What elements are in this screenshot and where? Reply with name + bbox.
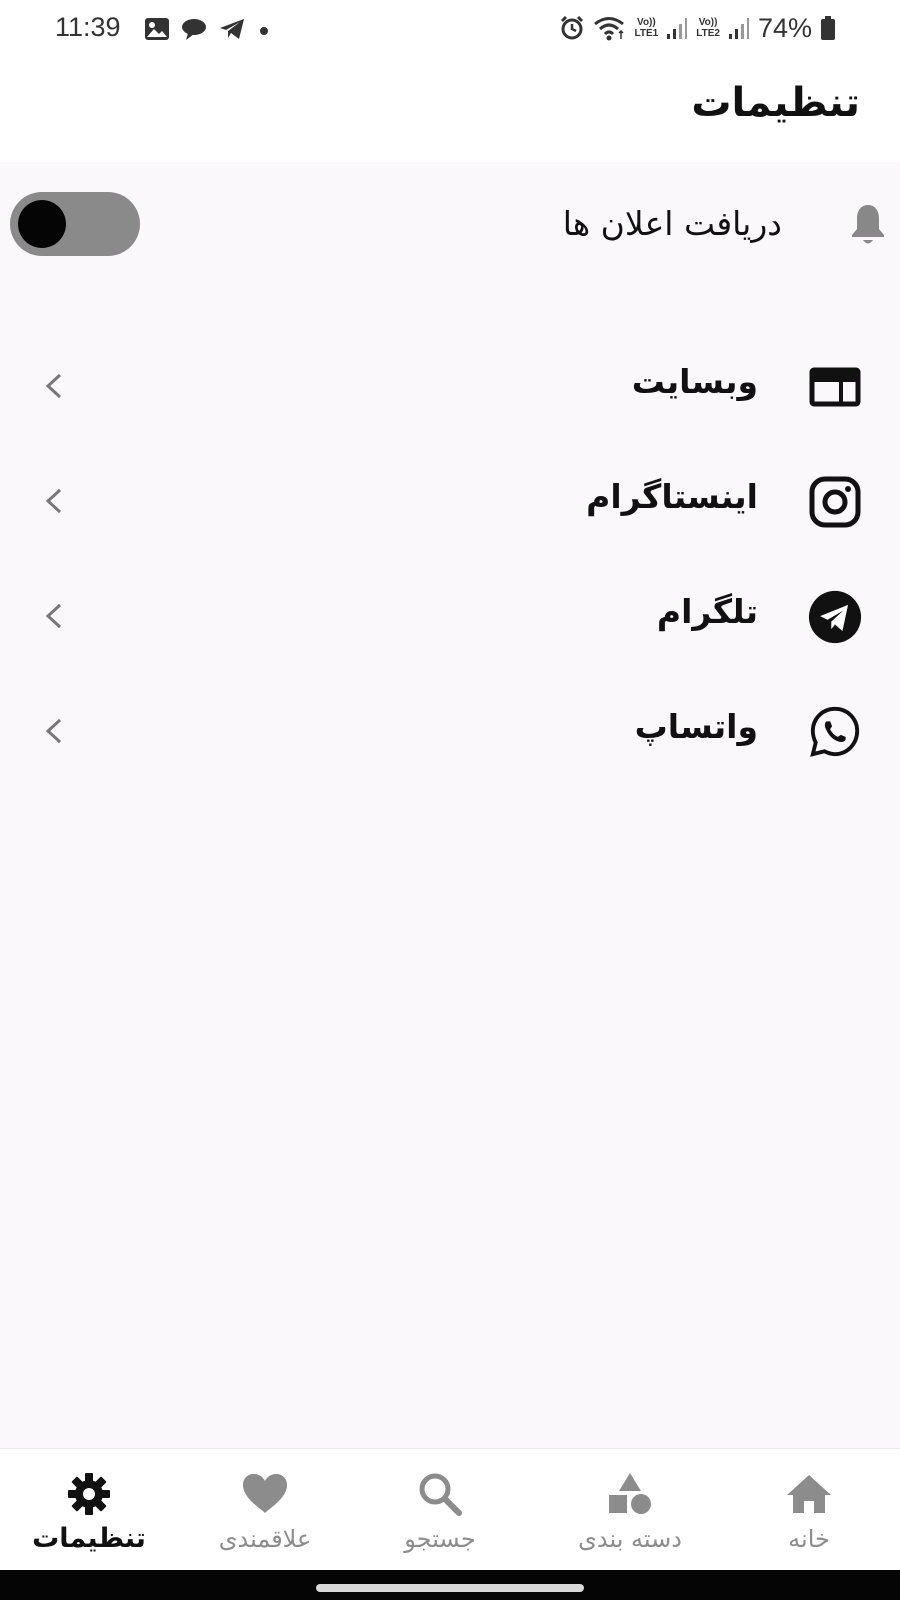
link-row-telegram[interactable]: تلگرام <box>0 562 900 672</box>
status-time: 11:39 <box>55 12 121 42</box>
nav-item-favorites[interactable]: علاقمندی <box>180 1449 350 1571</box>
link-label-website: وبسایت <box>631 362 758 401</box>
sim1-tag: Vo)) LTE1 <box>635 17 659 39</box>
nav-item-search[interactable]: جستجو <box>355 1449 525 1571</box>
category-icon <box>609 1473 651 1514</box>
notifications-toggle[interactable] <box>10 192 140 256</box>
bell-icon <box>852 205 884 244</box>
page-title: تنظیمات <box>691 80 860 126</box>
bottom-navigation: خانه دسته بندی جستجو علاقمندی تنظیمات <box>0 1448 900 1571</box>
instagram-icon <box>808 475 862 529</box>
system-gesture-bar <box>0 1570 900 1600</box>
notifications-label: دریافت اعلان ها <box>562 204 782 243</box>
sim2-tag: Vo)) LTE2 <box>696 17 720 39</box>
website-icon <box>808 360 862 414</box>
telegram-icon <box>220 19 244 39</box>
search-icon <box>419 1473 462 1516</box>
signal-icon <box>667 18 688 39</box>
telegram-icon <box>808 590 862 644</box>
dot-icon <box>260 27 268 35</box>
nav-label-search: جستجو <box>404 1525 476 1553</box>
alarm-icon <box>560 15 583 40</box>
sim2-lte: LTE2 <box>696 28 720 39</box>
chevron-left-icon <box>45 603 62 629</box>
nav-item-settings[interactable]: تنظیمات <box>4 1449 174 1571</box>
notifications-setting-row: دریافت اعلان ها <box>0 162 900 290</box>
system-icons: Vo)) LTE1 Vo)) LTE2 74% <box>559 12 836 44</box>
chat-icon <box>182 19 206 40</box>
toggle-knob <box>18 200 66 248</box>
wifi-icon <box>593 17 624 41</box>
nav-item-categories[interactable]: دسته بندی <box>545 1449 715 1571</box>
settings-content: دریافت اعلان ها وبسایت اینستاگرام تلگرام… <box>0 162 900 1448</box>
link-label-instagram: اینستاگرام <box>586 477 758 516</box>
sim1-lte: LTE1 <box>634 28 659 39</box>
notification-icons <box>144 14 272 44</box>
sim1-volte: Vo)) <box>637 17 656 28</box>
sim2-volte: Vo)) <box>698 17 718 28</box>
link-label-whatsapp: واتساپ <box>634 707 758 746</box>
nav-label-settings: تنظیمات <box>32 1523 146 1554</box>
home-icon <box>787 1475 831 1513</box>
nav-label-home: خانه <box>788 1525 830 1553</box>
status-bar: 11:39 Vo)) LTE1 Vo)) LTE2 74% <box>0 0 900 58</box>
gear-icon <box>68 1473 110 1515</box>
whatsapp-icon <box>808 705 862 759</box>
heart-icon <box>243 1474 287 1513</box>
link-row-whatsapp[interactable]: واتساپ <box>0 677 900 787</box>
battery-percent: 74% <box>757 12 812 43</box>
nav-label-categories: دسته بندی <box>578 1525 682 1553</box>
app-header: تنظیمات <box>0 58 900 162</box>
link-row-instagram[interactable]: اینستاگرام <box>0 447 900 557</box>
home-indicator[interactable] <box>316 1584 584 1592</box>
chevron-left-icon <box>45 718 62 744</box>
nav-item-home[interactable]: خانه <box>724 1449 894 1571</box>
signal-icon <box>728 18 749 39</box>
link-label-telegram: تلگرام <box>656 592 758 631</box>
chevron-left-icon <box>45 488 62 514</box>
gallery-icon <box>145 18 169 40</box>
chevron-left-icon <box>45 373 62 399</box>
nav-label-favorites: علاقمندی <box>218 1525 312 1553</box>
battery-icon <box>821 16 835 40</box>
link-row-website[interactable]: وبسایت <box>0 332 900 442</box>
